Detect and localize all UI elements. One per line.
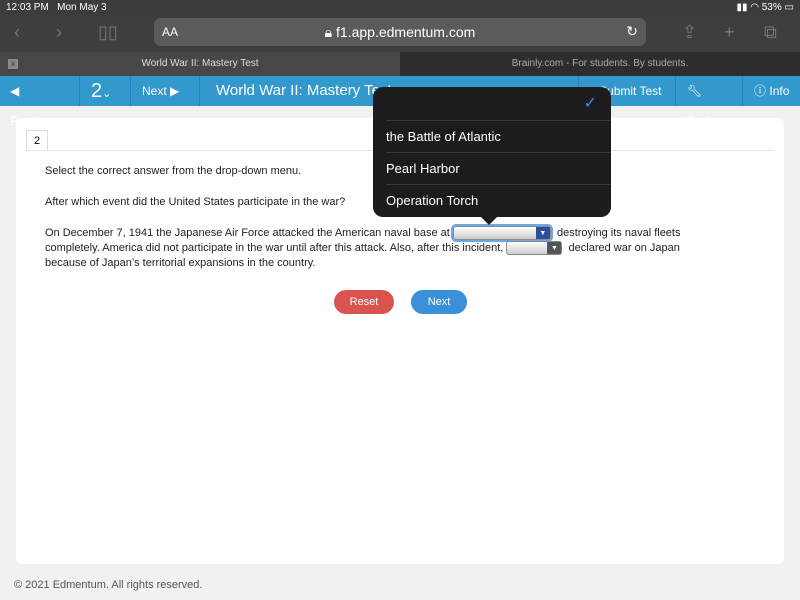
status-bar: 12:03 PM Mon May 3 ▮▮ ◠ 53% ▭ xyxy=(0,0,800,16)
footer: © 2021 Edmentum. All rights reserved. xyxy=(14,579,203,591)
arrow-left-icon: ◀ xyxy=(10,84,20,98)
dropdown-popover: ✓ the Battle of Atlantic Pearl Harbor Op… xyxy=(373,87,611,225)
lock-icon: 🔒︎ xyxy=(324,24,333,40)
tools-button[interactable]: 🔧︎ Tools xyxy=(677,76,743,128)
label: Info xyxy=(769,84,790,98)
dropdown-2[interactable]: ▼ xyxy=(506,241,563,256)
close-icon[interactable]: x xyxy=(8,59,18,69)
info-icon: ⓘ xyxy=(754,84,767,98)
text: On December 7, 1941 the Japanese Air For… xyxy=(45,227,450,239)
info-button[interactable]: ⓘ Info xyxy=(744,76,800,106)
instruction: Select the correct answer from the drop-… xyxy=(45,165,302,177)
new-tab-icon[interactable]: + xyxy=(724,22,735,43)
battery: 53% xyxy=(761,2,782,13)
back-icon[interactable]: ‹ xyxy=(14,22,20,43)
option[interactable]: Operation Torch xyxy=(386,184,611,216)
wifi-icon: ▮▮ ◠ xyxy=(736,2,759,13)
option[interactable]: Pearl Harbor xyxy=(386,152,611,184)
tabs-icon[interactable]: ⧉ xyxy=(764,22,777,43)
prompt: After which event did the United States … xyxy=(45,196,346,208)
wrench-icon: 🔧︎ xyxy=(687,84,703,98)
chevron-down-icon: ▼ xyxy=(547,242,562,255)
question-number: 2 xyxy=(26,130,48,150)
arrow-right-icon: ▶ xyxy=(170,84,180,98)
dropdown-1[interactable]: ▼ xyxy=(452,226,551,241)
chevron-down-icon: ▼ xyxy=(535,227,550,240)
page-title: World War II: Mastery Test xyxy=(216,82,392,99)
next-nav-button[interactable]: Next ▶ xyxy=(132,76,200,106)
option[interactable]: the Battle of Atlantic xyxy=(386,120,611,152)
chevron-down-icon: ⌄ xyxy=(102,88,112,100)
tab-brainly[interactable]: Brainly.com - For students. By students. xyxy=(400,52,800,76)
time: 12:03 PM xyxy=(6,2,49,13)
label: 2 xyxy=(91,80,103,102)
checkmark-icon[interactable]: ✓ xyxy=(584,93,597,113)
text: declared war on Japan xyxy=(568,242,680,254)
next-button[interactable]: Next xyxy=(411,290,467,314)
battery-icon: ▭ xyxy=(784,2,794,13)
reload-icon[interactable]: ↻ xyxy=(626,23,638,40)
tab-label: World War II: Mastery Test xyxy=(141,58,259,69)
tab-label: Brainly.com - For students. By students. xyxy=(511,58,689,69)
forward-icon[interactable]: › xyxy=(56,22,62,43)
question-text: On December 7, 1941 the Japanese Air For… xyxy=(45,226,705,271)
previous-button[interactable]: ◀ Previous xyxy=(0,76,80,128)
reset-button[interactable]: Reset xyxy=(334,290,394,314)
text: , destroying its naval fleets xyxy=(550,227,681,239)
tab-edmentum[interactable]: x World War II: Mastery Test xyxy=(0,52,400,76)
label: Next xyxy=(142,84,167,98)
text: completely. America did not participate … xyxy=(45,242,504,254)
address-bar[interactable]: AA 🔒︎ f1.app.edmentum.com ↻ xyxy=(154,18,646,46)
question-select[interactable]: 2⌄ xyxy=(81,76,131,106)
url: f1.app.edmentum.com xyxy=(336,24,476,40)
date: Mon May 3 xyxy=(57,2,107,13)
bookmarks-icon[interactable]: ▯▯ xyxy=(98,22,118,43)
share-icon[interactable]: ⇪ xyxy=(682,22,697,43)
text: because of Japan’s territorial expansion… xyxy=(45,257,316,269)
browser-toolbar: ‹ › ▯▯ AA 🔒︎ f1.app.edmentum.com ↻ ⇪ + ⧉ xyxy=(0,16,800,52)
